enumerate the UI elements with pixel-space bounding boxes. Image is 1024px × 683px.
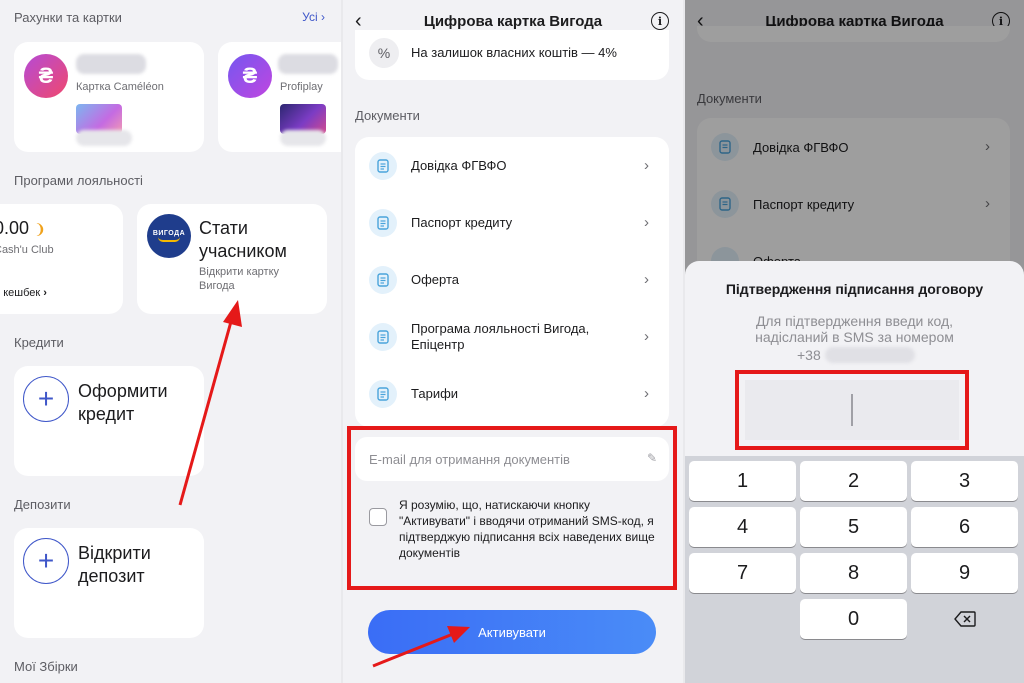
key-7[interactable]: 7 — [689, 553, 796, 593]
key-4[interactable]: 4 — [689, 507, 796, 547]
key-2[interactable]: 2 — [800, 461, 907, 501]
key-3[interactable]: 3 — [911, 461, 1018, 501]
key-6[interactable]: 6 — [911, 507, 1018, 547]
red-arrow-annotation — [178, 300, 242, 506]
key-1[interactable]: 1 — [689, 461, 796, 501]
key-8[interactable]: 8 — [800, 553, 907, 593]
key-0[interactable]: 0 — [800, 599, 907, 639]
red-arrow-annotation — [372, 626, 470, 668]
confirmation-sheet: Підтвердження підписання договору Для пі… — [685, 261, 1024, 683]
panel-sms-confirmation: ‹ Цифрова картка Вигода i Документи Дові… — [685, 0, 1024, 683]
backspace-icon[interactable] — [911, 599, 1018, 639]
key-5[interactable]: 5 — [800, 507, 907, 547]
blurred-phone — [825, 347, 915, 363]
sheet-title: Підтвердження підписання договору — [725, 281, 984, 297]
panel-card-details: ‹ Цифрова картка Вигода i % На залишок в… — [343, 0, 683, 683]
sheet-description: Для підтвердження введи код, надісланий … — [755, 313, 954, 345]
text-cursor — [851, 394, 853, 426]
panel-main: Рахунки та картки Усі › ₴ Картка Caméléo… — [0, 0, 341, 683]
numeric-keypad: 1 2 3 4 5 6 7 8 9 0 — [685, 456, 1024, 683]
phone-prefix: +38 — [797, 347, 821, 363]
key-9[interactable]: 9 — [911, 553, 1018, 593]
sms-code-input[interactable] — [745, 380, 959, 440]
